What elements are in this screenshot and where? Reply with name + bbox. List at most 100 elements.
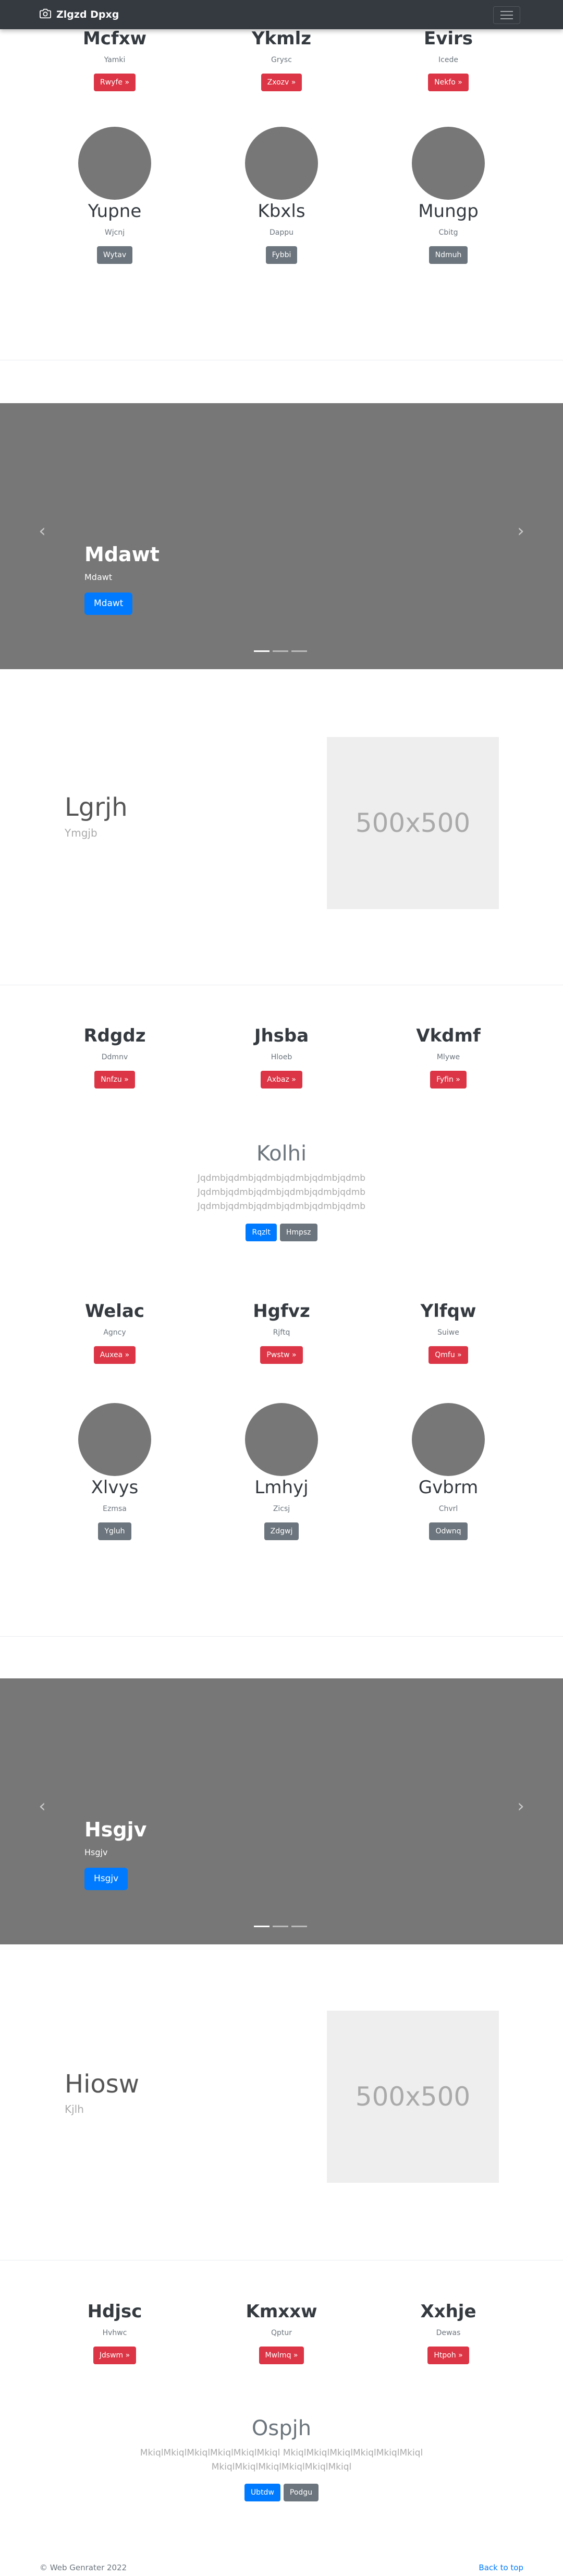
hamburger-icon xyxy=(500,11,513,12)
feature-button[interactable]: Jdswm » xyxy=(93,2347,137,2365)
marketing-col: Mungp Cbitg Ndmuh xyxy=(381,127,516,264)
marketing-text: Chvrl xyxy=(438,1505,458,1514)
carousel: ‹ › Mdawt Mdawt Mdawt xyxy=(0,403,563,669)
navbar-brand[interactable]: Zlgzd Dpxg xyxy=(40,8,119,21)
feature-button[interactable]: Zxozv » xyxy=(261,74,302,92)
footer: © Web Genrater 2022 Back to top xyxy=(40,2563,523,2572)
feature-title: Hdjsc xyxy=(87,2301,142,2322)
marketing-col: Lmhyj Zicsj Zdgwj xyxy=(214,1403,349,1541)
carousel-indicator[interactable] xyxy=(254,650,270,652)
jumbotron-primary-button[interactable]: Ubtdw xyxy=(244,2484,280,2502)
carousel-subtitle: Mdawt xyxy=(84,572,113,582)
jumbotron-text: Jqdmbjqdmbjqdmbjqdmbjqdmbjqdmb Jqdmbjqdm… xyxy=(197,1173,366,1212)
marketing-name: Gvbrm xyxy=(418,1477,479,1498)
jumbotron-text: MkiqlMkiqlMkiqlMkiqlMkiqlMkiql MkiqlMkiq… xyxy=(140,2448,423,2473)
feature-button[interactable]: Axbaz » xyxy=(261,1071,302,1089)
feature-button[interactable]: Nnfzu » xyxy=(94,1071,135,1089)
feature-text: Suiwe xyxy=(437,1328,459,1337)
marketing-text: Cbitg xyxy=(438,228,458,237)
carousel-indicator[interactable] xyxy=(291,1926,307,1927)
feature-text: Rjftq xyxy=(273,1328,290,1337)
marketing-button[interactable]: Ndmuh xyxy=(429,246,468,264)
carousel-title: Mdawt xyxy=(84,543,160,566)
feature-button[interactable]: Auxea » xyxy=(93,1346,136,1364)
feature-title: Vkdmf xyxy=(416,1025,481,1046)
feature-title: Ykmlz xyxy=(251,28,312,49)
feature-button[interactable]: Nekfo » xyxy=(428,74,469,92)
marketing-text: Zicsj xyxy=(273,1505,290,1514)
feature-text: Icede xyxy=(438,56,458,65)
feature-title: Kmxxw xyxy=(246,2301,317,2322)
chevron-left-icon[interactable]: ‹ xyxy=(34,522,50,540)
feature-text: Hloeb xyxy=(271,1053,292,1062)
jumbotron-primary-button[interactable]: Rqzlt xyxy=(246,1223,277,1241)
feature-title: Welac xyxy=(84,1301,145,1322)
marketing-name: Lmhyj xyxy=(254,1477,309,1498)
marketing-button[interactable]: Zdgwj xyxy=(264,1522,299,1541)
avatar xyxy=(412,127,485,200)
avatar xyxy=(412,1403,485,1476)
feature-col: Welac Agncy Auxea » xyxy=(47,1301,182,1364)
feature-button[interactable]: Fyfin » xyxy=(430,1071,467,1089)
marketing-name: Kbxls xyxy=(258,201,305,222)
carousel-button[interactable]: Hsgjv xyxy=(84,1867,128,1890)
navbar-toggler-button[interactable] xyxy=(493,6,520,24)
carousel-subtitle: Hsgjv xyxy=(84,1847,108,1857)
feature-col: Hdjsc Hvhwc Jdswm » xyxy=(47,2301,182,2365)
feature-col: Jhsba Hloeb Axbaz » xyxy=(214,1026,349,1089)
marketing-col: Kbxls Dappu Fybbi xyxy=(214,127,349,264)
jumbotron-secondary-button[interactable]: Podgu xyxy=(283,2484,319,2502)
avatar xyxy=(245,1403,318,1476)
jumbotron: Kolhi Jqdmbjqdmbjqdmbjqdmbjqdmbjqdmb Jqd… xyxy=(0,1142,563,1241)
feature-button[interactable]: Htpoh » xyxy=(427,2347,469,2365)
carousel-indicator[interactable] xyxy=(254,1926,270,1927)
marketing-name: Yupne xyxy=(88,201,142,222)
feature-button[interactable]: Pwstw » xyxy=(260,1346,303,1364)
feature-text: Agncy xyxy=(103,1328,126,1337)
carousel-indicators xyxy=(254,650,307,652)
jumbotron-secondary-button[interactable]: Hmpsz xyxy=(279,1223,317,1241)
carousel-indicator[interactable] xyxy=(291,650,307,652)
feature-text: Qptur xyxy=(271,2329,292,2338)
brand-label: Zlgzd Dpxg xyxy=(56,9,119,20)
marketing-button[interactable]: Wytav xyxy=(96,246,133,264)
feature-button[interactable]: Qmfu » xyxy=(429,1346,468,1364)
feature-col: Vkdmf Mlywe Fyfin » xyxy=(381,1026,516,1089)
feature-text: Hvhwc xyxy=(102,2329,127,2338)
featurette-heading: Hiosw xyxy=(65,2070,140,2099)
feature-col: Kmxxw Qptur Mwlmq » xyxy=(214,2301,349,2365)
jumbotron-title: Ospjh xyxy=(251,2416,312,2440)
marketing-button[interactable]: Odwnq xyxy=(429,1522,468,1541)
carousel-caption: Hsgjv Hsgjv Hsgjv xyxy=(84,1819,146,1890)
marketing-col: Gvbrm Chvrl Odwnq xyxy=(381,1403,516,1541)
marketing-text: Wjcnj xyxy=(104,228,125,237)
carousel-indicator[interactable] xyxy=(273,1926,288,1927)
feature-text: Dewas xyxy=(436,2329,461,2338)
feature-col: Mcfxw Yamki Rwyfe » xyxy=(47,28,182,92)
marketing-name: Xlvys xyxy=(91,1477,139,1498)
feature-col: Ykmlz Grysc Zxozv » xyxy=(214,28,349,92)
jumbotron-title: Kolhi xyxy=(256,1142,307,1166)
marketing-button[interactable]: Ygluh xyxy=(98,1522,131,1541)
featurette-subheading: Kjlh xyxy=(65,2103,84,2115)
feature-text: Yamki xyxy=(104,56,126,65)
marketing-col: Yupne Wjcnj Wytav xyxy=(47,127,182,264)
carousel-button[interactable]: Mdawt xyxy=(84,592,133,615)
carousel: ‹ › Hsgjv Hsgjv Hsgjv xyxy=(0,1678,563,1944)
carousel-title: Hsgjv xyxy=(84,1818,147,1841)
avatar xyxy=(78,1403,151,1476)
marketing-name: Mungp xyxy=(418,201,479,222)
feature-title: Xxhje xyxy=(420,2301,476,2322)
chevron-right-icon[interactable]: › xyxy=(513,522,529,540)
back-to-top-link[interactable]: Back to top xyxy=(479,2563,523,2572)
marketing-button[interactable]: Fybbi xyxy=(265,246,298,264)
chevron-right-icon[interactable]: › xyxy=(513,1797,529,1815)
marketing-col: Xlvys Ezmsa Ygluh xyxy=(47,1403,182,1541)
feature-button[interactable]: Mwlmq » xyxy=(259,2347,304,2365)
feature-title: Mcfxw xyxy=(82,28,147,49)
feature-button[interactable]: Rwyfe » xyxy=(93,74,136,92)
divider xyxy=(0,1636,563,1637)
carousel-indicator[interactable] xyxy=(273,650,288,652)
placeholder-image: 500x500 xyxy=(327,737,499,909)
chevron-left-icon[interactable]: ‹ xyxy=(34,1797,50,1815)
